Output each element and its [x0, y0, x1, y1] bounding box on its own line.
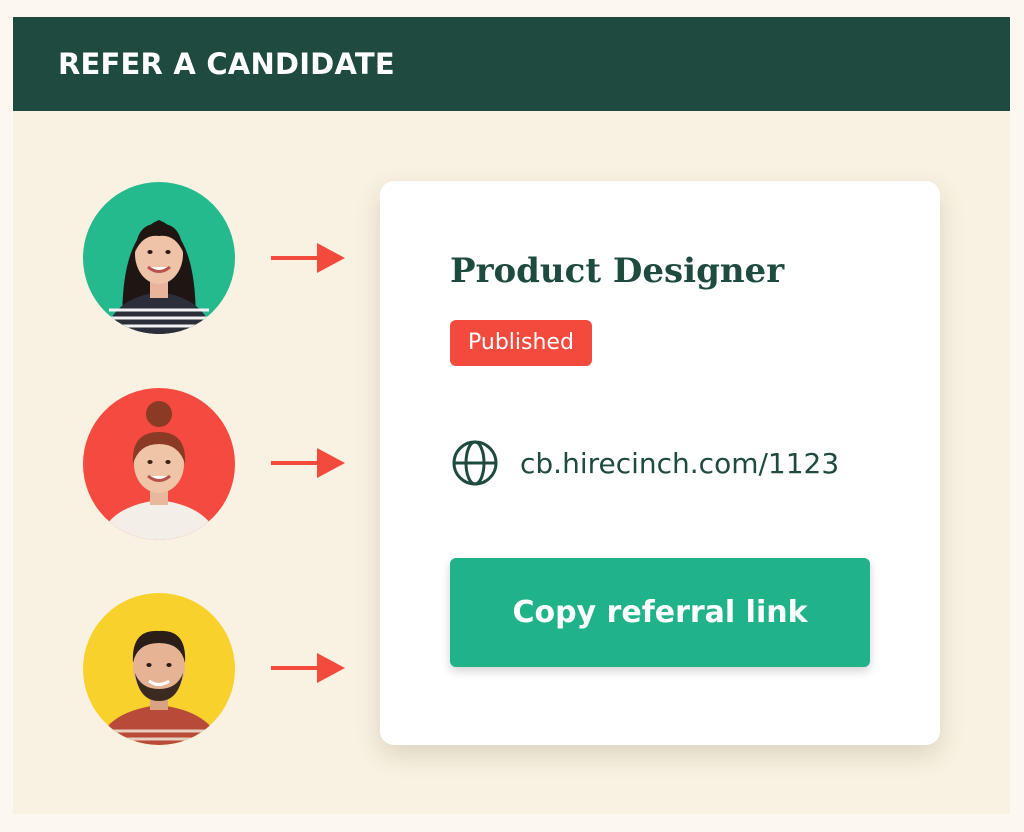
copy-referral-link-button[interactable]: Copy referral link	[450, 558, 870, 667]
referral-link-row: cb.hirecinch.com/1123	[450, 438, 839, 488]
header-bar: REFER A CANDIDATE	[13, 17, 1010, 111]
referral-link[interactable]: cb.hirecinch.com/1123	[520, 447, 839, 480]
arrow-right-icon	[269, 241, 347, 275]
globe-icon	[450, 438, 500, 488]
candidate-avatar	[83, 182, 235, 334]
arrow-right-icon	[269, 446, 347, 480]
arrow-right-icon	[269, 651, 347, 685]
job-title: Product Designer	[450, 251, 785, 291]
job-card: Product Designer Published cb.hirecinch.…	[380, 181, 940, 745]
candidate-avatar	[83, 388, 235, 540]
page-title: REFER A CANDIDATE	[58, 47, 395, 81]
candidate-avatar	[83, 593, 235, 745]
status-badge: Published	[450, 320, 592, 366]
referral-panel: REFER A CANDIDATE Product Designer Publi…	[13, 17, 1010, 814]
